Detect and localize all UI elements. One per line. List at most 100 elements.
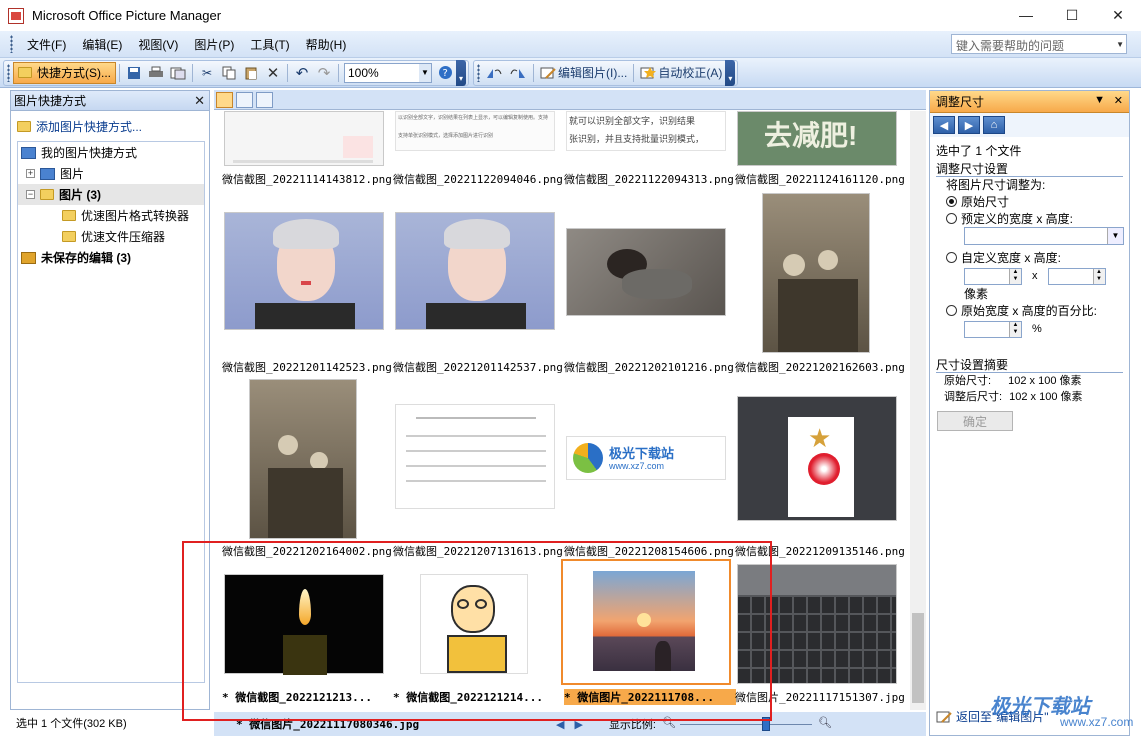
thumbnail-cell[interactable]: 以识别全部文字，识别结果在列表上显示，可以编辑复制使用。支持 支持单张识别模式，… xyxy=(393,111,563,186)
auto-correct-button[interactable]: 自动校正(A) xyxy=(637,62,725,84)
predefined-dropdown-arrow-icon[interactable]: ▼ xyxy=(1107,228,1123,244)
percent-spinner-icon[interactable]: ▲ ▼ xyxy=(1009,321,1021,337)
thumbnail-cell[interactable]: 微信截图_20221114143812.png xyxy=(222,111,392,186)
expand-icon[interactable]: + xyxy=(26,169,35,178)
help-icon[interactable]: ? xyxy=(434,62,456,84)
slogan-thumbnail: 去减肥! xyxy=(737,111,897,166)
copy-icon[interactable] xyxy=(218,62,240,84)
confirm-button[interactable]: 确定 xyxy=(937,411,1013,431)
menu-edit[interactable]: 编辑(E) xyxy=(74,36,130,53)
width-spinner-icon[interactable]: ▲ ▼ xyxy=(1009,268,1021,284)
undo-icon[interactable]: ↶ xyxy=(291,62,313,84)
toolbar-overflow-icon[interactable]: ▾ xyxy=(456,59,466,86)
menu-file[interactable]: 文件(F) xyxy=(19,36,74,53)
paste-icon[interactable] xyxy=(240,62,262,84)
thumbnail-cell[interactable]: 微信截图_20221201142537.png xyxy=(393,193,563,374)
help-search-input[interactable]: 键入需要帮助的问题 ▼ xyxy=(951,34,1127,54)
original-size-radio[interactable] xyxy=(946,196,957,207)
filmstrip-view-icon[interactable] xyxy=(236,91,253,108)
toolbar2-grip-icon[interactable] xyxy=(477,63,480,82)
custom-height-input[interactable]: ▲ ▼ xyxy=(1047,267,1106,285)
maximize-button[interactable]: ☐ xyxy=(1049,0,1095,30)
menu-tools[interactable]: 工具(T) xyxy=(242,36,297,53)
tree-item-unsaved[interactable]: 未保存的编辑 (3) xyxy=(18,247,204,268)
thumbnail-view-icon[interactable] xyxy=(216,91,233,108)
save-icon[interactable] xyxy=(123,62,145,84)
collapse-icon[interactable]: − xyxy=(26,190,35,199)
standard-toolbar: 快捷方式(S)... ✂ ✕ ↶ ↷ 100% ▼ ? ▾ 编辑图片(I)...… xyxy=(0,58,1141,88)
rotate-left-icon[interactable] xyxy=(482,62,506,84)
zoom-select[interactable]: 100% ▼ xyxy=(344,62,432,83)
next-arrow-icon[interactable]: ▶ xyxy=(574,718,582,731)
minimize-button[interactable]: — xyxy=(1003,0,1049,30)
forward-arrow-icon[interactable]: ▶ xyxy=(958,116,980,134)
thumbnail-cell[interactable]: ★ 微信截图_20221209135146.png xyxy=(735,377,905,558)
tree-item-pictures[interactable]: + 图片 xyxy=(18,163,204,184)
cut-icon[interactable]: ✂ xyxy=(196,62,218,84)
menu-help[interactable]: 帮助(H) xyxy=(298,36,355,53)
thumbnail-cell[interactable]: 就可以识别全部文字，识别结果 张识别，并且支持批量识别模式， 微信截图_2022… xyxy=(564,111,734,186)
tree-item-compressor[interactable]: 优速文件压缩器 xyxy=(18,226,204,247)
thumbnail-cell[interactable]: 微信截图_20221202101216.png xyxy=(564,193,734,374)
previous-arrow-icon[interactable]: ◀ xyxy=(556,718,564,731)
thumbnail-cell[interactable]: * 微信截图_2022121213... xyxy=(222,561,392,710)
export-icon[interactable] xyxy=(167,62,189,84)
grid-vertical-scrollbar[interactable] xyxy=(910,111,926,710)
close-button[interactable]: ✕ xyxy=(1095,0,1141,30)
thumbnail-caption: * 微信图片_2022111708... xyxy=(564,689,736,705)
back-arrow-icon[interactable]: ◀ xyxy=(933,116,955,134)
thumbnail-cell[interactable]: 微信截图_20221202164002.png xyxy=(222,377,392,558)
delete-icon[interactable]: ✕ xyxy=(262,62,284,84)
resize-pane: 调整尺寸 ▼ ✕ ◀ ▶ ⌂ 选中了 1 个文件 调整尺寸设置 将图片尺寸调整为… xyxy=(929,90,1130,736)
toolbar-grip-icon[interactable] xyxy=(7,63,10,82)
thumbnail-cell[interactable]: 微信截图_20221202162603.png xyxy=(735,193,905,374)
candle-flame-icon xyxy=(299,589,311,625)
height-spinner-icon[interactable]: ▲ ▼ xyxy=(1092,268,1105,284)
single-picture-view-icon[interactable] xyxy=(256,91,273,108)
tree-item-converter-label: 优速图片格式转换器 xyxy=(81,209,190,223)
menu-view[interactable]: 视图(V) xyxy=(130,36,186,53)
redo-icon[interactable]: ↷ xyxy=(313,62,335,84)
help-dropdown-arrow-icon[interactable]: ▼ xyxy=(1116,40,1124,49)
predefined-size-radio[interactable] xyxy=(946,213,957,224)
resize-pane-close-icon[interactable]: ✕ xyxy=(1114,94,1123,107)
percent-option[interactable]: 原始宽度 x 高度的百分比: xyxy=(936,302,1123,319)
rotate-right-icon[interactable] xyxy=(506,62,530,84)
custom-width-input[interactable]: ▲ ▼ xyxy=(964,267,1022,285)
thumbnail-cell[interactable]: * 微信截图_2022121214... xyxy=(393,561,563,710)
home-icon[interactable]: ⌂ xyxy=(983,116,1005,134)
print-icon[interactable] xyxy=(145,62,167,84)
add-picture-shortcut-link[interactable]: 添加图片快捷方式... xyxy=(11,115,209,137)
scrollbar-thumb[interactable] xyxy=(912,613,924,703)
shortcuts-button[interactable]: 快捷方式(S)... xyxy=(13,61,116,84)
thumbnail-cell[interactable]: 微信截图_20221201142523.png xyxy=(222,193,392,374)
tree-root[interactable]: 我的图片快捷方式 xyxy=(18,142,204,163)
thumbnail-cell[interactable]: 微信截图_20221207131613.png xyxy=(393,377,563,558)
predefined-size-select[interactable]: ▼ xyxy=(964,227,1124,245)
pane-menu-arrow-icon[interactable]: ▼ xyxy=(1094,94,1105,106)
tree-item-pictures-3[interactable]: − 图片 (3) xyxy=(18,184,204,205)
percent-radio[interactable] xyxy=(946,305,957,316)
thumbnail-cell[interactable]: 微信图片_20221117151307.jpg xyxy=(735,561,905,710)
menu-grip-icon[interactable] xyxy=(10,35,13,53)
custom-size-radio[interactable] xyxy=(946,252,957,263)
original-size-option[interactable]: 原始尺寸 xyxy=(936,193,1123,210)
thumbnail-cell[interactable]: 去减肥! 微信截图_20221124161120.png xyxy=(735,111,905,186)
menu-picture[interactable]: 图片(P) xyxy=(186,36,242,53)
zoom-out-icon[interactable]: 🔍︎ xyxy=(662,716,676,729)
zoom-slider-knob[interactable] xyxy=(761,717,770,731)
custom-size-option[interactable]: 自定义宽度 x 高度: xyxy=(936,249,1123,266)
toolbar2-overflow-icon[interactable]: ▾ xyxy=(725,59,736,86)
zoom-slider[interactable]: 🔍︎ 🔍︎ xyxy=(662,716,832,732)
zoom-in-icon[interactable]: 🔍︎ xyxy=(818,716,832,729)
tree-item-converter[interactable]: 优速图片格式转换器 xyxy=(18,205,204,226)
predefined-size-option[interactable]: 预定义的宽度 x 高度: xyxy=(936,210,1123,227)
thumbnail-cell[interactable]: 极光下载站 www.xz7.com 微信截图_20221208154606.pn… xyxy=(564,377,734,558)
percent-input[interactable]: ▲ ▼ xyxy=(964,320,1022,338)
thumbnail-cell-selected[interactable]: * 微信图片_2022111708... xyxy=(561,559,736,710)
left-pane-close-icon[interactable]: ✕ xyxy=(194,93,205,109)
thumbnail-caption: * 微信截图_2022121213... xyxy=(222,691,372,704)
zoom-dropdown-arrow-icon[interactable]: ▼ xyxy=(419,63,431,82)
edit-pictures-button[interactable]: 编辑图片(I)... xyxy=(537,62,630,84)
help-search-placeholder: 键入需要帮助的问题 xyxy=(956,39,1065,53)
